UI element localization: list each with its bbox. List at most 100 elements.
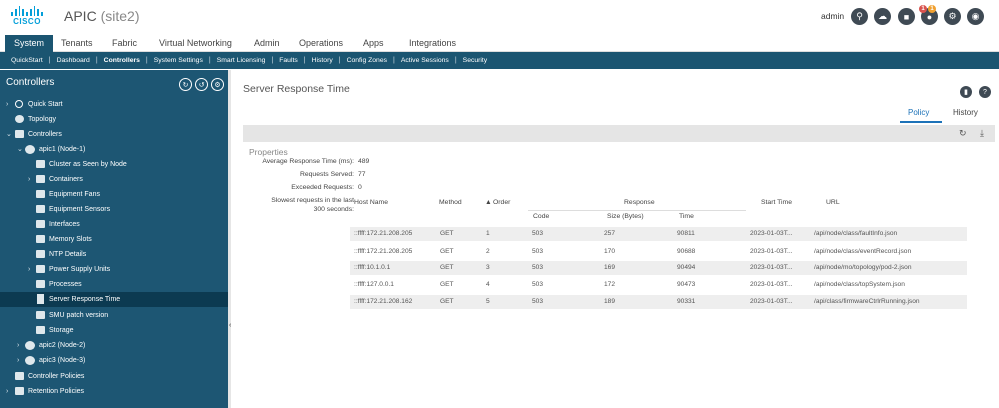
subtab-quickstart[interactable]: QuickStart (11, 57, 43, 64)
exceeded-requests-label: Exceeded Requests: (291, 184, 354, 191)
col-size[interactable]: Size (Bytes) (607, 213, 644, 220)
bookmark-icon[interactable]: ▮ (960, 86, 972, 98)
slowest-requests-label-1: Slowest requests in the last (271, 197, 354, 204)
folder-icon (36, 235, 45, 243)
subtab-history[interactable]: History (312, 57, 333, 64)
folder-icon (36, 265, 45, 273)
requests-served-label: Requests Served: (299, 171, 354, 178)
subtab-dashboard[interactable]: Dashboard (57, 57, 90, 64)
sidebar-item-controller-policies[interactable]: Controller Policies (0, 369, 228, 384)
sidebar-item-retention-policies[interactable]: › Retention Policies (0, 384, 228, 399)
subtab-controllers[interactable]: Controllers (104, 57, 140, 64)
sidebar-item-apic1[interactable]: ⌄ apic1 (Node-1) (0, 142, 228, 157)
col-method[interactable]: Method (439, 199, 462, 206)
user-name[interactable]: admin (821, 11, 844, 21)
table-row[interactable]: ::ffff:172.21.208.162 GET 5 503 189 9033… (350, 295, 967, 309)
tab-apps[interactable]: Apps (363, 35, 384, 52)
col-start-time[interactable]: Start Time (761, 199, 792, 206)
sidebar-item-quick-start[interactable]: › Quick Start (0, 97, 228, 112)
alert-badge-orange: 1 (928, 5, 936, 13)
topology-icon (15, 115, 24, 123)
tab-system[interactable]: System (5, 35, 54, 52)
sidebar-item-smu-patch[interactable]: SMU patch version (0, 308, 228, 323)
sidebar-item-memory[interactable]: Memory Slots (0, 232, 228, 247)
table-row[interactable]: ::ffff:172.21.208.205 GET 2 503 170 9068… (350, 245, 967, 259)
chevron-right-icon[interactable]: › (28, 262, 34, 277)
search-icon[interactable]: ⚲ (851, 8, 868, 25)
chevron-right-icon[interactable]: › (6, 384, 12, 399)
chevron-right-icon[interactable]: › (28, 172, 34, 187)
video-icon[interactable]: ■ (898, 8, 915, 25)
requests-served-value: 77 (358, 171, 366, 178)
sidebar-item-power-supply[interactable]: › Power Supply Units (0, 262, 228, 277)
sidebar-item-storage[interactable]: Storage (0, 323, 228, 338)
sidebar-item-ntp[interactable]: NTP Details (0, 247, 228, 262)
server-icon (25, 145, 35, 154)
folder-icon (36, 280, 45, 288)
table-row[interactable]: ::ffff:127.0.0.1 GET 4 503 172 90473 202… (350, 278, 967, 292)
sort-asc-icon[interactable]: ▲ (485, 199, 492, 206)
folder-icon (15, 387, 24, 395)
sidebar-item-fans[interactable]: Equipment Fans (0, 187, 228, 202)
sidebar-item-apic2[interactable]: › apic2 (Node-2) (0, 338, 228, 353)
subtab-faults[interactable]: Faults (279, 57, 298, 64)
refresh-icon[interactable]: ↻ (959, 128, 967, 139)
user-menu-icon[interactable]: ◉ (967, 8, 984, 25)
refresh-icon[interactable]: ↻ (179, 78, 192, 91)
tab-operations[interactable]: Operations (299, 35, 343, 52)
sidebar-item-cluster[interactable]: Cluster as Seen by Node (0, 157, 228, 172)
chevron-down-icon[interactable]: ⌄ (6, 127, 12, 142)
tab-integrations[interactable]: Integrations (409, 35, 456, 52)
sidebar-item-processes[interactable]: Processes (0, 277, 228, 292)
quickstart-icon (15, 100, 23, 108)
server-icon (25, 341, 35, 350)
avg-response-label: Average Response Time (ms): (262, 158, 354, 165)
tab-virtual-networking[interactable]: Virtual Networking (159, 35, 232, 52)
sidebar-item-apic3[interactable]: › apic3 (Node-3) (0, 353, 228, 368)
tab-history[interactable]: History (953, 108, 978, 117)
folder-icon (36, 311, 45, 319)
tab-fabric[interactable]: Fabric (112, 35, 137, 52)
help-icon[interactable]: ? (979, 86, 991, 98)
download-icon[interactable]: ⤓ (980, 128, 984, 139)
active-tab-indicator (900, 121, 942, 123)
subtab-active-sessions[interactable]: Active Sessions (401, 57, 449, 64)
tab-admin[interactable]: Admin (254, 35, 280, 52)
sidebar-item-topology[interactable]: Topology (0, 112, 228, 127)
gear-icon[interactable]: ⚙ (944, 8, 961, 25)
table-row[interactable]: ::ffff:10.1.0.1 GET 3 503 169 90494 2023… (350, 261, 967, 275)
subtab-system-settings[interactable]: System Settings (154, 57, 203, 64)
tab-tenants[interactable]: Tenants (61, 35, 93, 52)
main-tabs: System Tenants Fabric Virtual Networking… (0, 35, 999, 52)
chevron-down-icon[interactable]: ⌄ (17, 142, 23, 157)
sidebar-item-server-response-time[interactable]: Server Response Time (0, 292, 228, 307)
col-code[interactable]: Code (533, 213, 549, 220)
col-url[interactable]: URL (826, 199, 840, 206)
exceeded-requests-value: 0 (358, 184, 362, 191)
sidebar-item-sensors[interactable]: Equipment Sensors (0, 202, 228, 217)
folder-icon (36, 160, 45, 168)
cisco-logo: CISCO (10, 6, 44, 28)
chevron-right-icon[interactable]: › (17, 338, 23, 353)
col-host-name[interactable]: Host Name (354, 199, 388, 206)
subtab-config-zones[interactable]: Config Zones (347, 57, 387, 64)
cloud-icon[interactable]: ☁ (874, 8, 891, 25)
server-icon (25, 356, 35, 365)
table-row[interactable]: ::ffff:172.21.208.205 GET 1 503 257 9081… (350, 227, 967, 241)
col-time[interactable]: Time (679, 213, 694, 220)
tab-policy[interactable]: Policy (908, 108, 929, 117)
chevron-right-icon[interactable]: › (17, 353, 23, 368)
document-icon (37, 294, 44, 304)
sidebar-item-containers[interactable]: › Containers (0, 172, 228, 187)
subtab-security[interactable]: Security (463, 57, 488, 64)
settings-icon[interactable]: ⚙ (211, 78, 224, 91)
subtab-smart-licensing[interactable]: Smart Licensing (217, 57, 266, 64)
history-icon[interactable]: ↺ (195, 78, 208, 91)
col-order[interactable]: Order (493, 199, 510, 206)
bell-icon[interactable]: ● 1 1 (919, 5, 938, 25)
sidebar-item-interfaces[interactable]: Interfaces (0, 217, 228, 232)
avg-response-value: 489 (358, 158, 370, 165)
sidebar-item-controllers[interactable]: ⌄ Controllers (0, 127, 228, 142)
sidebar: Controllers ↻ ↺ ⚙ › Quick Start Topology… (0, 70, 228, 408)
chevron-right-icon[interactable]: › (6, 97, 12, 112)
